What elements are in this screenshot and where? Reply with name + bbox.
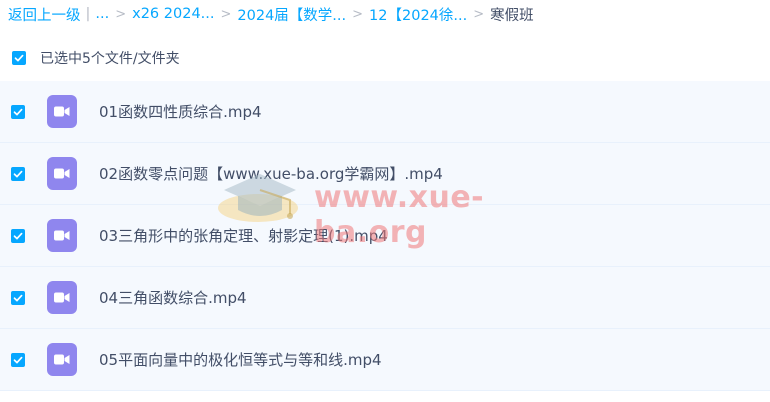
file-name[interactable]: 04三角函数综合.mp4 [99,287,247,308]
file-row[interactable]: 04三角函数综合.mp4 [0,267,770,329]
breadcrumb-chevron-icon: > [115,6,127,22]
checkmark-icon [13,170,23,177]
file-row[interactable]: 01函数四性质综合.mp4 [0,81,770,143]
back-link[interactable]: 返回上一级 [8,4,81,25]
checkmark-icon [13,356,23,363]
file-name[interactable]: 02函数零点问题【www.xue-ba.org学霸网】.mp4 [99,163,443,184]
file-checkbox[interactable] [11,228,25,243]
video-file-icon [47,95,77,128]
breadcrumb-chevron-icon: > [220,6,232,22]
breadcrumb-divider: | [85,6,91,22]
breadcrumb-chevron-icon: > [473,6,485,22]
video-file-icon [47,157,77,190]
checkmark-icon [13,108,23,115]
select-all-checkbox[interactable] [12,51,26,65]
video-file-icon [47,281,77,314]
checkmark-icon [14,54,24,62]
file-name[interactable]: 01函数四性质综合.mp4 [99,101,262,122]
breadcrumb-item[interactable]: 2024届【数学... [237,4,346,25]
checkmark-icon [13,294,23,301]
file-name[interactable]: 03三角形中的张角定理、射影定理(1).mp4 [99,225,388,246]
file-row[interactable]: 02函数零点问题【www.xue-ba.org学霸网】.mp4 [0,143,770,205]
video-file-icon [47,343,77,376]
checkmark-icon [13,232,23,239]
breadcrumb-ellipsis[interactable]: ... [95,6,109,22]
breadcrumb: 返回上一级 | ... > x26 2024... > 2024届【数学... … [8,3,534,25]
file-checkbox[interactable] [11,166,25,181]
breadcrumb-chevron-icon: > [352,6,364,22]
file-row[interactable]: 05平面向量中的极化恒等式与等和线.mp4 [0,329,770,391]
file-checkbox[interactable] [11,290,25,305]
breadcrumb-current: 寒假班 [490,7,534,24]
file-checkbox[interactable] [11,352,25,367]
file-list: 01函数四性质综合.mp4 02函数零点问题【www.xue-ba.org学霸网… [0,81,770,391]
breadcrumb-item[interactable]: x26 2024... [132,6,214,22]
selection-bar: 已选中5个文件/文件夹 [0,44,770,72]
video-file-icon [47,219,77,252]
file-row[interactable]: 03三角形中的张角定理、射影定理(1).mp4 [0,205,770,267]
file-checkbox[interactable] [11,104,25,119]
file-name[interactable]: 05平面向量中的极化恒等式与等和线.mp4 [99,349,382,370]
breadcrumb-item[interactable]: 12【2024徐... [369,4,467,25]
selection-count-label: 已选中5个文件/文件夹 [40,51,180,67]
